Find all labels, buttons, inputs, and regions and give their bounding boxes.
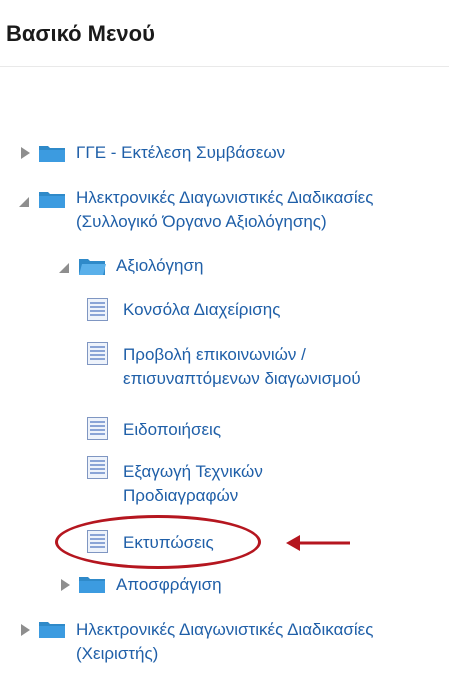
folder-icon (79, 577, 105, 593)
folder-icon (39, 622, 65, 638)
document-icon (87, 342, 108, 365)
tree-item-label-line2[interactable]: Προδιαγραφών (123, 485, 238, 507)
document-icon (87, 417, 108, 440)
document-icon (87, 298, 108, 321)
tree-item-label-line1[interactable]: Ηλεκτρονικές Διαγωνιστικές Διαδικασίες (76, 619, 373, 641)
tree-item-label[interactable]: Αξιολόγηση (116, 255, 203, 277)
main-menu-panel: Βασικό Μενού ΓΓΕ - Εκτέλεση Συμβάσεων Ηλ… (0, 0, 449, 674)
expand-arrow-icon[interactable] (21, 624, 30, 636)
folder-icon (39, 146, 65, 162)
folder-open-icon (79, 259, 106, 275)
panel-title: Βασικό Μενού (6, 21, 155, 46)
tree-item-label[interactable]: ΓΓΕ - Εκτέλεση Συμβάσεων (76, 142, 285, 164)
folder-icon (39, 192, 65, 208)
tree-item-label-line1[interactable]: Προβολή επικοινωνιών / (123, 344, 306, 366)
expand-arrow-icon[interactable] (61, 579, 70, 591)
tree-item-label[interactable]: Ειδοποιήσεις (123, 419, 221, 441)
pointer-arrow-icon (286, 535, 350, 551)
panel-header: Βασικό Μενού (0, 0, 449, 67)
tree-item-label-line2[interactable]: (Συλλογικό Όργανο Αξιολόγησης) (76, 211, 327, 233)
collapse-arrow-icon[interactable] (58, 262, 70, 274)
tree-item-label-line1[interactable]: Ηλεκτρονικές Διαγωνιστικές Διαδικασίες (76, 187, 373, 209)
tree-item-label-line2[interactable]: επισυναπτόμενων διαγωνισμού (123, 368, 361, 390)
document-icon (87, 456, 108, 479)
tree-item-label[interactable]: Κονσόλα Διαχείρισης (123, 299, 280, 321)
collapse-arrow-icon[interactable] (18, 196, 30, 208)
expand-arrow-icon[interactable] (21, 147, 30, 159)
tree-item-label-line2[interactable]: (Χειριστής) (76, 643, 158, 665)
tree-item-label[interactable]: Αποσφράγιση (116, 574, 222, 596)
tree-item-label-line1[interactable]: Εξαγωγή Τεχνικών (123, 461, 263, 483)
highlight-ellipse (55, 515, 261, 569)
